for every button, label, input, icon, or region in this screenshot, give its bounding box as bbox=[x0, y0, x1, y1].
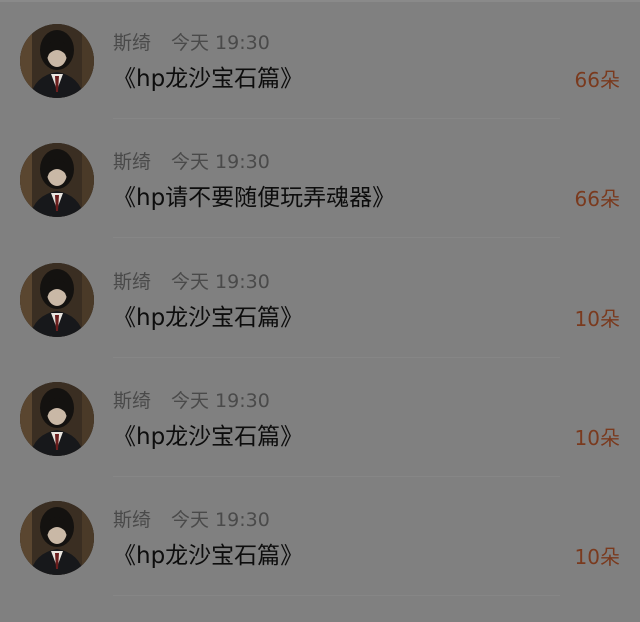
gift-count: 66朵 bbox=[574, 68, 620, 92]
message-title[interactable]: 《hp请不要随便玩弄魂器》 bbox=[113, 182, 395, 214]
sender-name: 斯绮 bbox=[113, 509, 152, 531]
message-title[interactable]: 《hp龙沙宝石篇》 bbox=[113, 302, 303, 334]
message-title[interactable]: 《hp龙沙宝石篇》 bbox=[113, 421, 303, 453]
item-divider bbox=[113, 237, 560, 238]
avatar-portrait-icon[interactable] bbox=[20, 382, 94, 456]
avatar-portrait-icon[interactable] bbox=[20, 143, 94, 217]
timestamp: 今天 19:30 bbox=[171, 390, 270, 412]
sender-name: 斯绮 bbox=[113, 390, 152, 412]
timestamp: 今天 19:30 bbox=[171, 151, 270, 173]
gift-count: 10朵 bbox=[574, 426, 620, 450]
gift-count: 10朵 bbox=[574, 307, 620, 331]
message-list: 斯绮 今天 19:30 《hp龙沙宝石篇》 66朵 斯绮 今天 19:30 《h… bbox=[0, 0, 640, 622]
timestamp: 今天 19:30 bbox=[171, 509, 270, 531]
list-item[interactable]: 斯绮 今天 19:30 《hp龙沙宝石篇》 10朵 bbox=[0, 477, 640, 596]
sender-name: 斯绮 bbox=[113, 32, 152, 54]
avatar-portrait-icon[interactable] bbox=[20, 263, 94, 337]
list-item[interactable]: 斯绮 今天 19:30 《hp龙沙宝石篇》 10朵 bbox=[0, 239, 640, 358]
timestamp: 今天 19:30 bbox=[171, 271, 270, 293]
sender-name: 斯绮 bbox=[113, 271, 152, 293]
list-item[interactable]: 斯绮 今天 19:30 《hp龙沙宝石篇》 10朵 bbox=[0, 358, 640, 477]
gift-count: 66朵 bbox=[574, 187, 620, 211]
sender-name: 斯绮 bbox=[113, 151, 152, 173]
gift-count: 10朵 bbox=[574, 545, 620, 569]
list-item[interactable]: 斯绮 今天 19:30 《hp请不要随便玩弄魂器》 66朵 bbox=[0, 119, 640, 238]
avatar-portrait-icon[interactable] bbox=[20, 501, 94, 575]
item-divider bbox=[113, 595, 560, 596]
message-title[interactable]: 《hp龙沙宝石篇》 bbox=[113, 63, 303, 95]
message-title[interactable]: 《hp龙沙宝石篇》 bbox=[113, 540, 303, 572]
avatar-portrait-icon[interactable] bbox=[20, 24, 94, 98]
timestamp: 今天 19:30 bbox=[171, 32, 270, 54]
list-item[interactable]: 斯绮 今天 19:30 《hp龙沙宝石篇》 66朵 bbox=[0, 0, 640, 119]
